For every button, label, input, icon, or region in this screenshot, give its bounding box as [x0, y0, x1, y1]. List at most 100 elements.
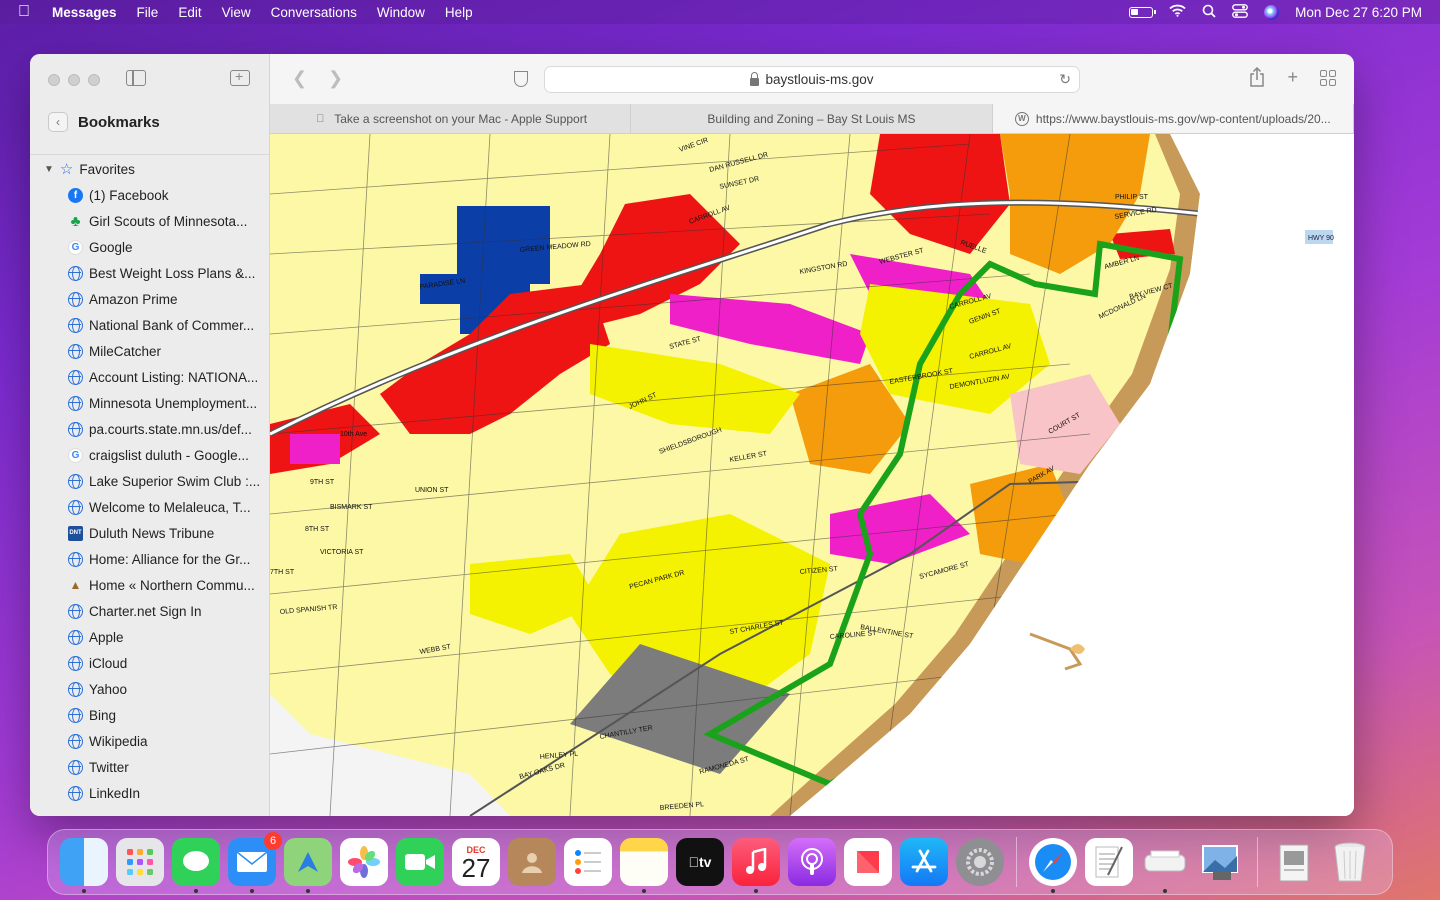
bookmark-item[interactable]: ♣ Girl Scouts of Minnesota... [68, 208, 268, 234]
tab-apple-support[interactable]:  Take a screenshot on your Mac - Apple … [270, 104, 632, 133]
bookmarks-sidebar: ‹ Bookmarks ▼ ☆ Favorites f (1) Facebook ♣… [30, 54, 270, 816]
menu-app-name[interactable]: Messages [52, 5, 117, 20]
tab-overview-icon[interactable] [1320, 70, 1336, 86]
new-tab-plus-icon[interactable]: + [1287, 67, 1298, 92]
bookmark-item[interactable]: Wikipedia [68, 728, 268, 754]
music-icon[interactable] [732, 838, 780, 893]
zoom-button[interactable] [88, 74, 100, 86]
bookmark-item[interactable]: Welcome to Melaleuca, T... [68, 494, 268, 520]
textedit-icon[interactable] [1085, 838, 1133, 886]
street-label: BISMARK ST [330, 504, 373, 511]
bookmark-item[interactable]: Gcraigslist duluth - Google... [68, 442, 268, 468]
google-icon: G [68, 447, 83, 463]
reminders-icon[interactable] [564, 838, 612, 886]
contacts-icon[interactable] [508, 838, 556, 886]
spotlight-icon[interactable] [1202, 4, 1216, 21]
news-icon[interactable] [844, 838, 892, 886]
siri-icon[interactable] [1264, 4, 1280, 20]
system-preferences-icon[interactable] [956, 838, 1004, 886]
close-button[interactable] [48, 74, 60, 86]
battery-icon[interactable] [1129, 6, 1157, 18]
privacy-shield-icon[interactable] [514, 71, 528, 87]
apple-menu-icon[interactable]:  [18, 3, 36, 21]
menu-conversations[interactable]: Conversations [271, 5, 357, 20]
new-tab-group-icon[interactable] [230, 68, 250, 86]
bookmark-item[interactable]: Yahoo [68, 676, 268, 702]
messages-icon[interactable] [172, 838, 220, 893]
calendar-icon[interactable]: DEC 27 [452, 838, 500, 886]
preview-icon[interactable] [1197, 838, 1245, 886]
bookmark-item[interactable]: Twitter [68, 754, 268, 780]
documents-icon[interactable] [1270, 838, 1318, 886]
tab-building-zoning[interactable]: Building and Zoning – Bay St Louis MS [510, 104, 1354, 816]
bookmark-item[interactable]: Charter.net Sign In [68, 598, 268, 624]
bookmark-item[interactable]: Best Weight Loss Plans &... [68, 260, 268, 286]
bookmark-item[interactable]: DNT Duluth News Tribune [68, 520, 268, 546]
zoning-map[interactable]: HWY 90 VINE CIR DAN RUSSELL DR SUNSET DR CA… [270, 134, 1354, 816]
tab-pdf-map[interactable]: W https://www.baystlouis-ms.gov/wp-conte… [992, 104, 1354, 133]
chevron-left-icon[interactable]: ‹ [48, 112, 68, 132]
maps-icon[interactable] [284, 838, 332, 893]
bookmark-item[interactable]: Account Listing: NATIONA... [68, 364, 268, 390]
bookmark-item[interactable]: Bing [68, 702, 268, 728]
bookmark-item[interactable]: f (1) Facebook [68, 182, 268, 208]
globe-icon [68, 759, 83, 775]
printer-icon[interactable] [1141, 838, 1189, 893]
bookmark-item[interactable]: iCloud [68, 650, 268, 676]
menu-file[interactable]: File [137, 5, 159, 20]
bookmark-item[interactable]: Minnesota Unemployment... [68, 390, 268, 416]
wifi-icon[interactable] [1169, 4, 1186, 20]
bookmark-item[interactable]: pa.courts.state.mn.us/def... [68, 416, 268, 442]
bookmark-label: Amazon Prime [89, 291, 178, 307]
podcasts-icon[interactable] [788, 838, 836, 886]
menu-view[interactable]: View [222, 5, 251, 20]
bookmark-item[interactable]: Amazon Prime [68, 286, 268, 312]
bookmark-item[interactable]: Home: Alliance for the Gr... [68, 546, 268, 572]
control-center-icon[interactable] [1232, 3, 1249, 21]
facetime-icon[interactable] [396, 838, 444, 886]
menu-help[interactable]: Help [445, 5, 473, 20]
bookmark-item[interactable]: G Google [68, 234, 268, 260]
bookmark-label: Welcome to Melaleuca, T... [89, 499, 251, 515]
bookmark-label: Apple [89, 629, 124, 645]
dnt-icon: DNT [68, 525, 83, 541]
tv-icon[interactable]: tv [676, 838, 724, 886]
address-url: baystlouis-ms.gov [765, 72, 874, 87]
menu-clock[interactable]: Mon Dec 27 6:20 PM [1295, 5, 1422, 20]
launchpad-icon[interactable] [116, 838, 164, 886]
bookmark-item[interactable]: Apple [68, 624, 268, 650]
mail-icon[interactable]: 6 [228, 832, 282, 893]
bookmark-label: Duluth News Tribune [89, 525, 215, 541]
notes-icon[interactable] [620, 838, 668, 893]
share-icon[interactable] [1249, 66, 1265, 92]
bookmark-item[interactable]: LinkedIn [68, 780, 268, 806]
address-bar[interactable]: baystlouis-ms.gov ↻ [544, 66, 1080, 93]
finder-icon[interactable] [60, 838, 108, 893]
photos-icon[interactable] [340, 838, 388, 886]
bookmark-item[interactable]: National Bank of Commer... [68, 312, 268, 338]
minimize-button[interactable] [68, 74, 80, 86]
apple-icon:  [313, 112, 327, 126]
app-store-icon[interactable] [900, 838, 948, 886]
disclosure-triangle-icon[interactable]: ▼ [44, 164, 54, 175]
bookmark-item[interactable]: MileCatcher [68, 338, 268, 364]
reload-icon[interactable]: ↻ [1059, 71, 1071, 88]
back-arrow-icon[interactable]: ❮ [292, 68, 307, 89]
safari-icon[interactable] [1029, 838, 1077, 893]
bookmark-label: (1) Facebook [89, 187, 169, 203]
globe-icon [68, 707, 83, 723]
globe-icon [68, 369, 83, 385]
menu-edit[interactable]: Edit [178, 5, 201, 20]
trash-icon[interactable] [1326, 838, 1374, 886]
forward-arrow-icon[interactable]: ❯ [328, 68, 343, 89]
bookmark-label: Girl Scouts of Minnesota... [89, 213, 248, 229]
favorites-folder[interactable]: ▼ ☆ Favorites [44, 160, 135, 178]
bookmark-item[interactable]: Lake Superior Swim Club :... [68, 468, 268, 494]
northern-community-icon: ▲ [69, 578, 82, 592]
bookmark-label: Yahoo [89, 681, 128, 697]
sidebar-toggle-icon[interactable] [126, 70, 146, 86]
safari-window: ‹ Bookmarks ▼ ☆ Favorites f (1) Facebook ♣… [30, 54, 1354, 816]
bookmark-item[interactable]: ▲ Home « Northern Commu... [68, 572, 268, 598]
bookmark-label: Bing [89, 707, 117, 723]
menu-window[interactable]: Window [377, 5, 425, 20]
